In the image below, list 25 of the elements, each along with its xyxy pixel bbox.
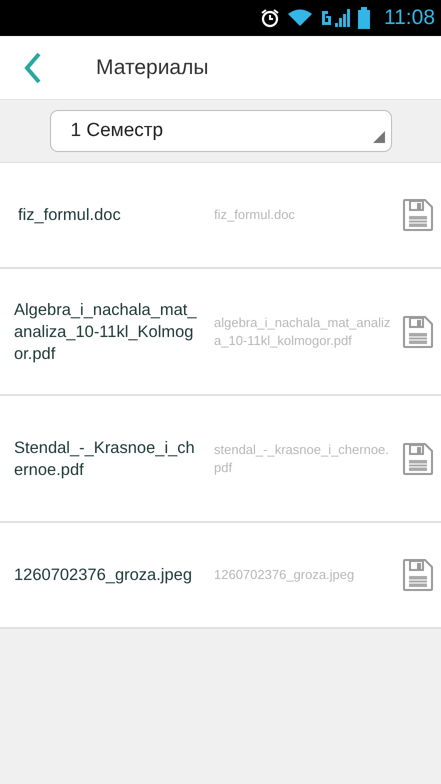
alarm-clock-icon [260, 8, 280, 28]
clock-time: 11:08 [384, 6, 435, 30]
battery-icon [358, 7, 370, 29]
file-name: fiz_formul.doc [214, 206, 296, 224]
file-row[interactable]: Algebra_i_nachala_mat_analiza_10-11kl_Kolmogor.pdf algebra_i_nachala_mat_analiza_10-11kl_kolmogor.pdf [0, 269, 441, 396]
wifi-icon [288, 9, 312, 27]
save-button[interactable] [403, 316, 433, 348]
save-button[interactable] [403, 559, 433, 591]
save-button[interactable] [403, 442, 433, 474]
dropdown-corner-icon [372, 131, 384, 143]
file-title: fiz_formul.doc [17, 205, 122, 226]
file-row[interactable]: fiz_formul.doc fiz_formul.doc [0, 163, 441, 269]
signal-icon [320, 8, 350, 28]
file-name: stendal_-_krasnoe_i_chernoe.pdf [214, 440, 390, 476]
file-title: 1260702376_groza.jpeg [14, 565, 193, 586]
file-title: Stendal_-_Krasnoe_i_chernoe.pdf [14, 438, 196, 480]
save-button[interactable] [403, 199, 433, 231]
screen-title: Материалы [96, 56, 208, 80]
file-name: 1260702376_groza.jpeg [214, 566, 356, 584]
back-button[interactable] [24, 52, 42, 84]
semester-dropdown[interactable]: 1 Семестр [50, 110, 392, 152]
file-title: Algebra_i_nachala_mat_analiza_10-11kl_Kolmogor.pdf [14, 300, 198, 364]
file-row[interactable]: Stendal_-_Krasnoe_i_chernoe.pdf stendal_-_krasnoe_i_chernoe.pdf [0, 396, 441, 523]
file-row[interactable]: 1260702376_groza.jpeg 1260702376_groza.jpeg [0, 523, 441, 629]
file-name: algebra_i_nachala_mat_analiza_10-11kl_kolmogor.pdf [214, 314, 392, 350]
